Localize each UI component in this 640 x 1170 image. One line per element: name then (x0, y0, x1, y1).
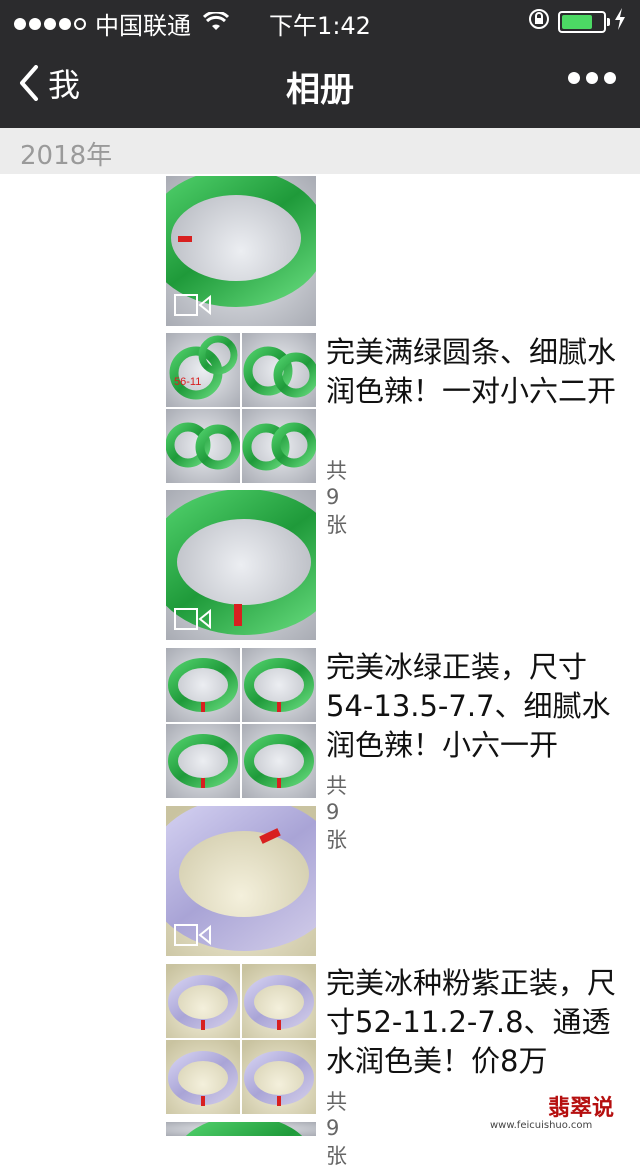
post-caption: 完美冰绿正装，尺寸 54-13.5-7.7、细腻水 润色辣！小六一开 (326, 648, 638, 765)
video-thumbnail[interactable] (166, 1122, 316, 1136)
video-camera-icon (174, 924, 211, 946)
grid-photo: 56-11 (166, 333, 240, 407)
more-button[interactable] (562, 72, 616, 84)
photo-grid[interactable] (166, 648, 316, 798)
year-label: 2018年 (20, 141, 113, 171)
grid-photo (242, 1040, 316, 1114)
photo-count: 共9张 (326, 774, 347, 852)
grid-photo (166, 648, 240, 722)
status-bar: 中国联通 下午1:42 (0, 0, 640, 40)
photo-grid[interactable]: 56-11 (166, 333, 316, 483)
page-title: 相册 (286, 70, 354, 110)
post-caption: 完美满绿圆条、细腻水 润色辣！一对小六二开 (326, 333, 638, 411)
grid-photo (166, 964, 240, 1038)
caption-line: 润色辣！小六一开 (326, 728, 559, 762)
video-camera-icon (174, 294, 211, 316)
video-thumbnail[interactable] (166, 176, 316, 326)
caption-line: 润色辣！一对小六二开 (326, 374, 617, 408)
photo-grid[interactable] (166, 964, 316, 1114)
grid-photo (166, 724, 240, 798)
caption-line: 完美冰绿正装，尺寸 (326, 650, 588, 684)
battery-icon (558, 11, 610, 33)
watermark-logo: 翡翠说 www.feicuishuo.com (490, 1090, 615, 1131)
caption-line: 寸52-11.2-7.8、通透 (326, 1005, 611, 1039)
navigation-bar: 我 相册 (0, 40, 640, 128)
photo-count: 共9张 (326, 459, 347, 537)
caption-line: 54-13.5-7.7、细腻水 (326, 689, 611, 723)
size-label: 56-11 (174, 376, 201, 388)
caption-line: 完美冰种粉紫正装，尺 (326, 966, 617, 1000)
rotation-lock-icon (528, 8, 550, 36)
grid-photo (166, 409, 240, 483)
grid-photo (242, 724, 316, 798)
grid-photo (166, 1040, 240, 1114)
caption-line: 水润色美！价8万 (326, 1044, 548, 1078)
year-section-header: 2018年 (0, 128, 640, 174)
video-camera-icon (174, 608, 211, 630)
grid-photo (242, 648, 316, 722)
photo-count: 共9张 (326, 1090, 347, 1168)
video-thumbnail[interactable] (166, 490, 316, 640)
video-thumbnail[interactable] (166, 806, 316, 956)
caption-line: 完美满绿圆条、细腻水 (326, 335, 617, 369)
watermark-title: 翡翠说 (548, 1095, 615, 1121)
watermark-url: www.feicuishuo.com (490, 1120, 593, 1131)
grid-photo (242, 409, 316, 483)
grid-photo (242, 333, 316, 407)
grid-photo (242, 964, 316, 1038)
post-caption: 完美冰种粉紫正装，尺 寸52-11.2-7.8、通透 水润色美！价8万 (326, 964, 638, 1081)
charging-bolt-icon (614, 8, 626, 36)
